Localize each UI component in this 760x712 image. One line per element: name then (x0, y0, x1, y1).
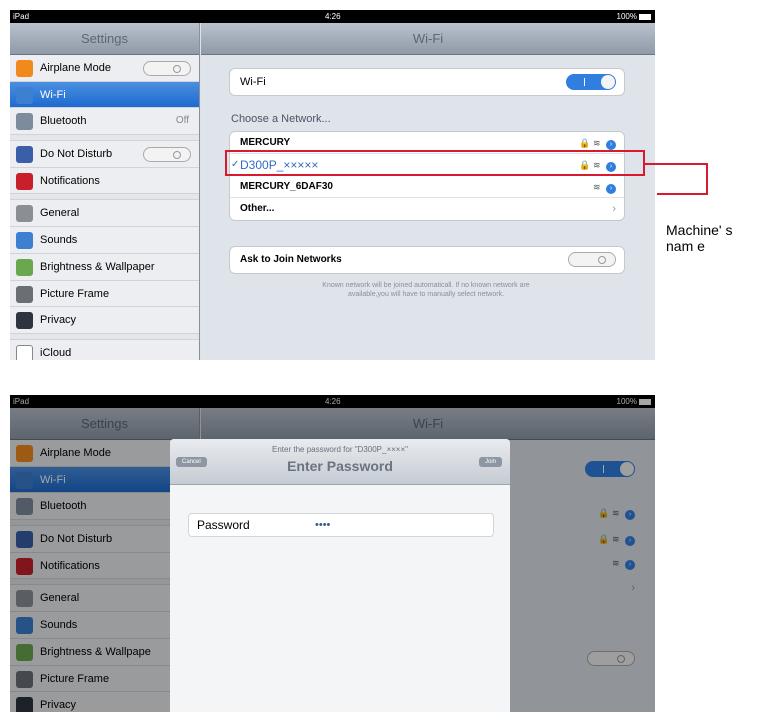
network-row-other[interactable]: Other... › (230, 198, 624, 220)
gear-icon (16, 205, 33, 223)
ask-join-group: Ask to Join Networks (229, 246, 625, 274)
wifi-icon (16, 86, 33, 104)
status-bar: iPad 4:26 100% (10, 10, 655, 23)
chevron-right-icon: › (612, 203, 616, 215)
sidebar-item-icloud[interactable]: iCloud (10, 340, 199, 360)
info-icon[interactable]: › (606, 184, 616, 194)
callout-line (645, 163, 708, 165)
dialog-prompt: Enter the password for "D300P_××××" (272, 445, 408, 454)
do-not-disturb-toggle[interactable] (143, 147, 191, 163)
flower-icon (16, 258, 33, 276)
sidebar-item-brightness[interactable]: Brightness & Wallpaper (10, 254, 199, 281)
password-dialog: Enter the password for "D300P_××××" Ente… (170, 439, 510, 712)
callout-label: Machine' s nam e (666, 222, 733, 254)
moon-icon (16, 146, 33, 164)
sidebar-item-privacy[interactable]: Privacy (10, 307, 199, 334)
network-callout-box (225, 150, 645, 176)
callout-line (657, 193, 708, 195)
clock: 4:26 (325, 12, 341, 21)
password-screen: iPad 4:26 100% Settings Airplane Mode Wi… (10, 395, 655, 712)
dialog-title: Enter Password (287, 458, 393, 474)
settings-sidebar: Settings Airplane Mode Wi-Fi Bluetooth O… (10, 23, 200, 360)
sidebar-item-airplane-mode[interactable]: Airplane Mode (10, 55, 199, 82)
cancel-button[interactable]: Cancel (176, 457, 207, 467)
choose-network-label: Choose a Network... (231, 113, 331, 125)
ask-join-row: Ask to Join Networks (230, 247, 624, 273)
network-signal: ≋ › (593, 176, 616, 198)
notifications-icon (16, 172, 33, 190)
network-list: MERCURY 🔒 ≋ › ✓ D300P_××××× 🔒 ≋ › MERCUR… (229, 131, 625, 221)
sidebar-item-notifications[interactable]: Notifications (10, 168, 199, 195)
password-field[interactable]: Password •••• (188, 513, 494, 537)
battery-indicator: 100% (617, 12, 651, 21)
sidebar-title: Settings (10, 23, 199, 55)
wifi-toggle[interactable] (566, 74, 616, 90)
sidebar-item-picture-frame[interactable]: Picture Frame (10, 281, 199, 308)
bluetooth-status: Off (175, 115, 189, 127)
password-input[interactable]: •••• (315, 519, 330, 531)
sidebar-item-bluetooth[interactable]: Bluetooth Off (10, 108, 199, 136)
wifi-toggle-group: Wi-Fi (229, 68, 625, 96)
airplane-mode-toggle[interactable] (143, 61, 191, 76)
sidebar-item-wifi[interactable]: Wi-Fi (10, 81, 199, 109)
cloud-icon (16, 344, 33, 360)
bluetooth-icon (16, 113, 33, 131)
info-icon[interactable]: › (606, 140, 616, 150)
password-label: Password (197, 518, 250, 532)
ask-join-note: Known network will be joined automatical… (322, 282, 530, 298)
callout-line (706, 163, 708, 195)
sidebar-item-do-not-disturb[interactable]: Do Not Disturb (10, 141, 199, 168)
sidebar-item-sounds[interactable]: Sounds (10, 227, 199, 254)
dialog-header: Enter the password for "D300P_××××" Ente… (170, 439, 510, 485)
battery-icon (639, 13, 651, 20)
sidebar-item-general[interactable]: General (10, 200, 199, 228)
join-button[interactable]: Join (478, 457, 502, 467)
wifi-toggle-row: Wi-Fi (230, 69, 624, 95)
speaker-icon (16, 232, 33, 250)
network-row-mercury-6daf30[interactable]: MERCURY_6DAF30 ≋ › (230, 176, 624, 198)
wifi-title: Wi-Fi (201, 23, 655, 55)
hand-icon (16, 312, 33, 330)
device-label: iPad (13, 12, 30, 21)
airplane-icon (16, 60, 33, 77)
ask-join-toggle[interactable] (568, 252, 616, 267)
wifi-toggle-label: Wi-Fi (240, 76, 266, 88)
picture-frame-icon (16, 285, 33, 303)
ask-join-label: Ask to Join Networks (240, 254, 342, 265)
wifi-settings-screen: iPad 4:26 100% Settings Airplane Mode Wi… (10, 10, 655, 360)
wifi-detail-pane: Wi-Fi Wi-Fi Choose a Network... MERCURY … (201, 23, 655, 360)
